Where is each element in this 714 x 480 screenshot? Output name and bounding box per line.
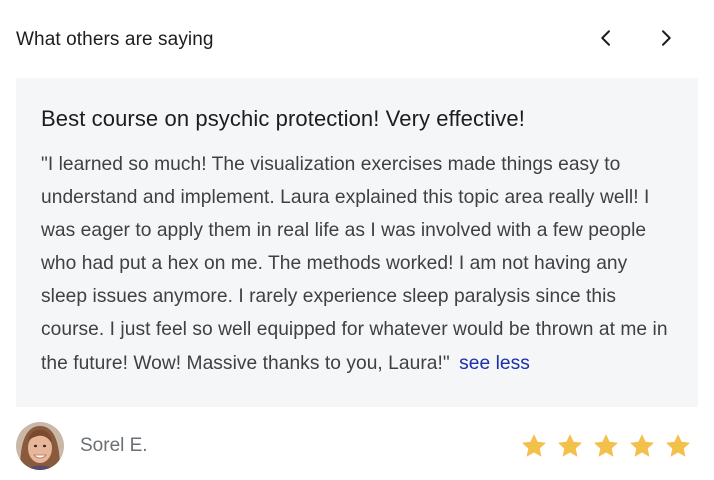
star-icon (521, 434, 547, 457)
reviewer-photo (16, 422, 64, 470)
reviewer-name: Sorel E. (80, 435, 148, 456)
review-card: Best course on psychic protection! Very … (16, 78, 698, 407)
star-icon (593, 434, 619, 457)
star-icon (665, 434, 691, 457)
avatar (16, 422, 64, 470)
see-less-link[interactable]: see less (459, 353, 530, 374)
review-body: "I learned so much! The visualization ex… (41, 148, 675, 380)
chevron-right-icon (662, 30, 671, 46)
star-rating (520, 432, 692, 460)
review-footer: Sorel E. (16, 422, 698, 470)
review-text: "I learned so much! The visualization ex… (41, 154, 668, 374)
section-title: What others are saying (16, 29, 214, 50)
star-icon (629, 434, 655, 457)
review-title: Best course on psychic protection! Very … (41, 106, 525, 131)
previous-button[interactable] (590, 22, 622, 54)
next-button[interactable] (650, 22, 682, 54)
chevron-left-icon (601, 30, 610, 46)
star-icon (557, 434, 583, 457)
